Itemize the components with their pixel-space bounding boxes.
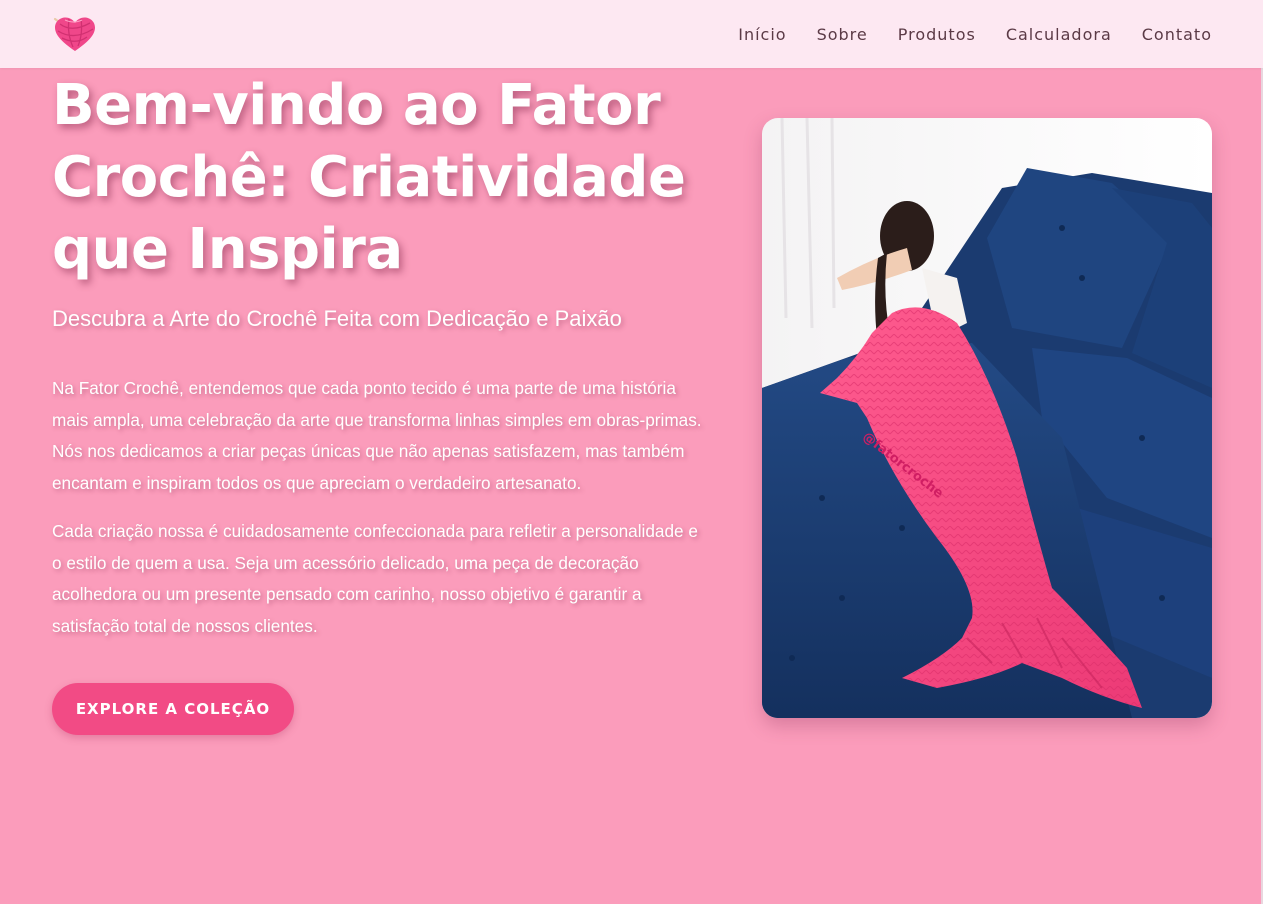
nav-link-produtos[interactable]: Produtos	[898, 25, 976, 44]
nav-link-contato[interactable]: Contato	[1142, 25, 1212, 44]
explore-collection-button[interactable]: EXPLORE A COLEÇÃO	[52, 683, 294, 735]
yarn-ball-heart-icon[interactable]	[52, 14, 98, 54]
hero-image-mermaid-blanket: @fatorcroche	[762, 118, 1212, 718]
nav-link-sobre[interactable]: Sobre	[817, 25, 868, 44]
nav-link-inicio[interactable]: Início	[738, 25, 786, 44]
nav-menu: Início Sobre Produtos Calculadora Contat…	[738, 0, 1212, 68]
hero-title: Bem-vindo ao Fator Crochê: Criatividade …	[52, 73, 686, 282]
navbar: Início Sobre Produtos Calculadora Contat…	[0, 0, 1263, 68]
intro-paragraph: Na Fator Crochê, entendemos que cada pon…	[52, 378, 702, 493]
mission-paragraph: Cada criação nossa é cuidadosamente conf…	[52, 521, 698, 636]
nav-link-calculadora[interactable]: Calculadora	[1006, 25, 1112, 44]
hero-subtitle: Descubra a Arte do Crochê Feita com Dedi…	[52, 306, 622, 331]
